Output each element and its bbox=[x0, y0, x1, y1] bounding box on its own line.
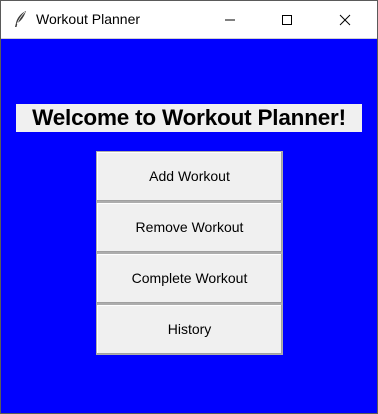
complete-workout-button[interactable]: Complete Workout bbox=[96, 253, 283, 304]
feather-icon bbox=[13, 10, 29, 28]
app-window: Workout Planner Welcome to Workout Plann… bbox=[0, 0, 378, 414]
close-button[interactable] bbox=[322, 1, 368, 38]
remove-workout-button[interactable]: Remove Workout bbox=[96, 202, 283, 253]
history-button[interactable]: History bbox=[96, 304, 283, 355]
window-title: Workout Planner bbox=[36, 11, 141, 27]
maximize-icon bbox=[282, 15, 292, 25]
add-workout-button[interactable]: Add Workout bbox=[96, 151, 283, 202]
close-icon bbox=[339, 14, 351, 26]
main-panel: Welcome to Workout Planner! Add Workout … bbox=[1, 39, 377, 413]
minimize-icon bbox=[225, 19, 235, 21]
welcome-heading: Welcome to Workout Planner! bbox=[16, 104, 362, 132]
maximize-button[interactable] bbox=[264, 1, 310, 38]
minimize-button[interactable] bbox=[207, 1, 253, 38]
title-bar[interactable]: Workout Planner bbox=[1, 1, 377, 39]
